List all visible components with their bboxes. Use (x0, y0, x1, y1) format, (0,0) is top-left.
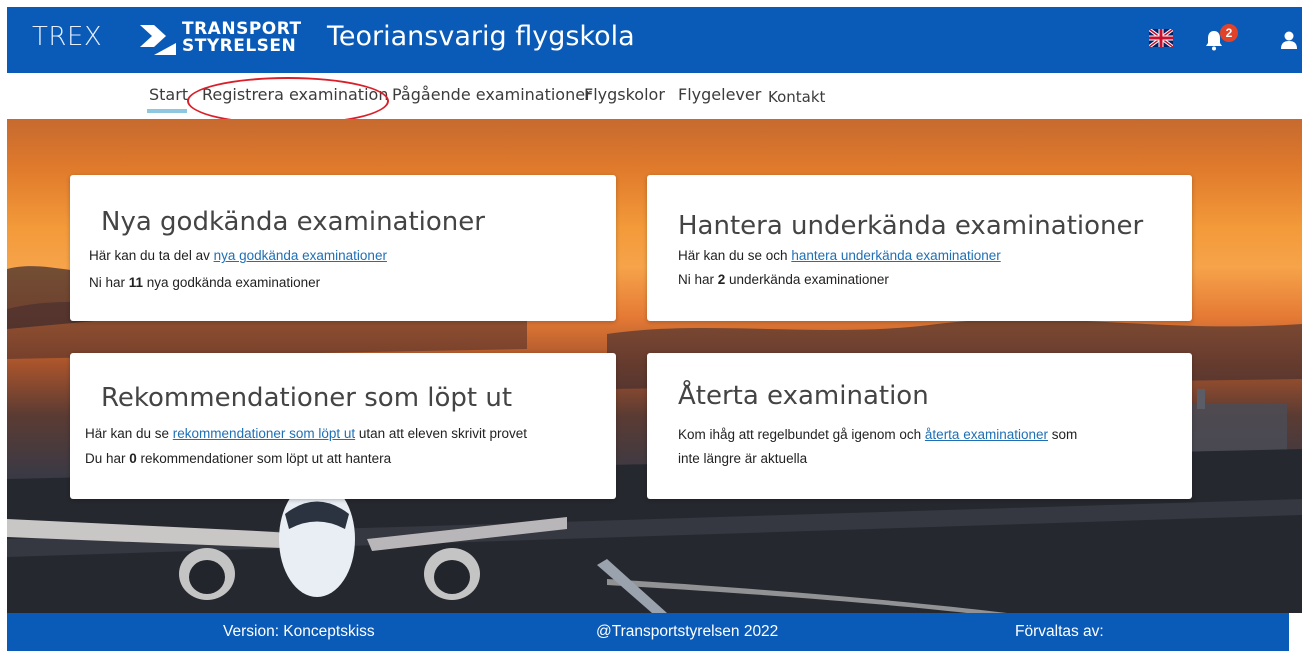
footer-version: Version: Konceptskiss (223, 623, 375, 640)
card-rekommendationer: Rekommendationer som löpt ut Här kan du … (70, 353, 616, 499)
highlight-annotation-ellipse (187, 77, 389, 125)
card-line-2: Ni har 2 underkända examinationer (678, 272, 889, 287)
link-rekommendationer-som-lopt-ut[interactable]: rekommendationer som löpt ut (173, 426, 355, 441)
link-hantera-underkanda-examinationer[interactable]: hantera underkända examinationer (791, 248, 1000, 263)
uk-flag-icon[interactable] (1149, 29, 1173, 47)
logo-arrow-icon (140, 25, 176, 55)
card-hantera-underkanda: Hantera underkända examinationer Här kan… (647, 175, 1192, 321)
card-line-2: inte längre är aktuella (678, 451, 808, 466)
card-line-2: Ni har 11 nya godkända examinationer (89, 275, 321, 290)
card-title: Rekommendationer som löpt ut (101, 383, 513, 413)
link-aterta-examinationer[interactable]: återta examinationer (925, 427, 1048, 442)
footer-bar: Version: Konceptskiss @Transportstyrelse… (7, 613, 1289, 651)
count-value: 11 (128, 275, 144, 290)
card-nya-godkanda: Nya godkända examinationer Här kan du ta… (70, 175, 616, 321)
card-title: Hantera underkända examinationer (678, 211, 1144, 241)
card-line-1: Här kan du se rekommendationer som löpt … (85, 426, 527, 441)
user-icon[interactable] (1279, 29, 1299, 51)
count-value: 0 (129, 451, 137, 466)
card-line-2: Du har 0 rekommendationer som löpt ut at… (85, 451, 392, 466)
nav-item-start[interactable]: Start (149, 85, 188, 104)
notification-badge[interactable]: 2 (1220, 24, 1238, 42)
card-line-1: Här kan du ta del av nya godkända examin… (89, 248, 387, 263)
nav-item-pagaende-examinationer[interactable]: Pågående examinationer (392, 85, 592, 104)
link-nya-godkanda-examinationer[interactable]: nya godkända examinationer (214, 248, 387, 263)
card-title: Återta examination (678, 381, 929, 411)
nav-item-flygelever[interactable]: Flygelever (678, 85, 761, 104)
logo-line2: STYRELSEN (182, 36, 297, 56)
card-aterta-examination: Återta examination Kom ihåg att regelbun… (647, 353, 1192, 499)
nav-item-flygskolor[interactable]: Flygskolor (584, 85, 665, 104)
active-tab-indicator (147, 109, 187, 113)
card-line-1: Kom ihåg att regelbundet gå igenom och å… (678, 427, 1078, 442)
footer-copyright: @Transportstyrelsen 2022 (596, 623, 779, 640)
app-short-name: TREX (32, 22, 103, 52)
top-header-bar: TREX TRANSPORT STYRELSEN Teoriansvarig f… (7, 7, 1302, 73)
card-title: Nya godkända examinationer (101, 207, 485, 237)
app-title: Teoriansvarig flygskola (327, 21, 635, 52)
footer-managed-by: Förvaltas av: (1015, 623, 1104, 640)
card-line-1: Här kan du se och hantera underkända exa… (678, 248, 1001, 263)
nav-item-kontakt[interactable]: Kontakt (768, 88, 825, 106)
